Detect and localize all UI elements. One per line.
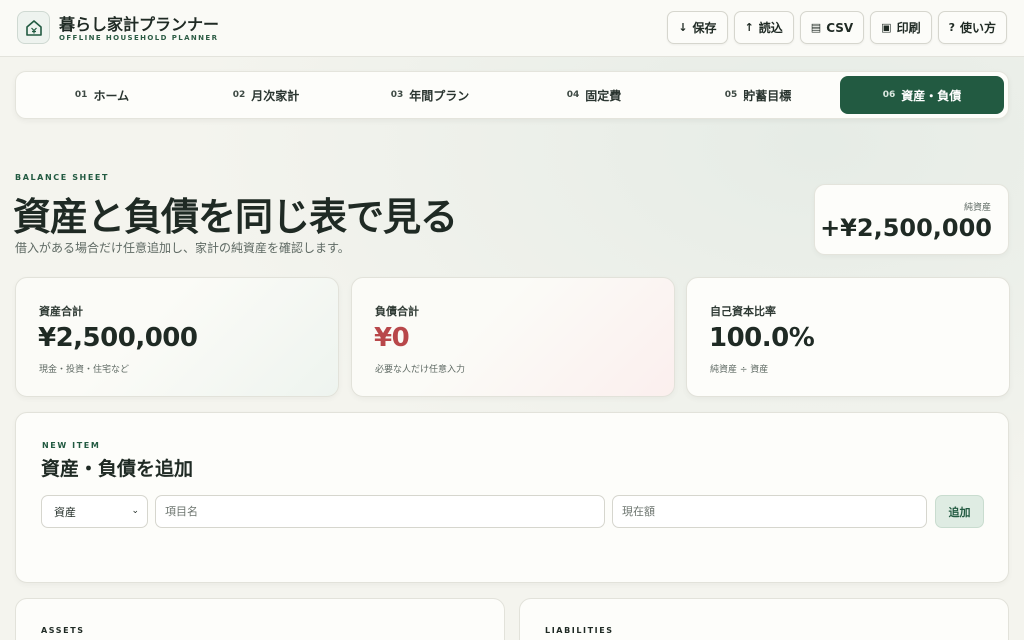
tab-savings-goals[interactable]: 05 貯蓄目標 bbox=[676, 76, 840, 114]
save-button[interactable]: ↓ 保存 bbox=[667, 11, 728, 44]
load-button[interactable]: ↑ 読込 bbox=[733, 11, 794, 44]
stat-note: 現金・投資・住宅など bbox=[39, 365, 130, 375]
tab-assets-liabilities[interactable]: 06 資産・負債 bbox=[840, 76, 1004, 114]
csv-button[interactable]: ▤ CSV bbox=[799, 11, 865, 44]
csv-label: CSV bbox=[826, 20, 854, 35]
tab-label: ホーム bbox=[93, 88, 130, 103]
tab-label: 貯蓄目標 bbox=[743, 88, 792, 103]
page-title: 資産と負債を同じ表で見る bbox=[13, 195, 458, 239]
section-kicker: BALANCE SHEET bbox=[15, 173, 110, 182]
total-assets-card: 資産合計 ¥2,500,000 現金・投資・住宅など bbox=[15, 277, 339, 397]
net-worth-card: 純資産 +¥2,500,000 bbox=[814, 184, 1009, 255]
tab-number: 01 bbox=[74, 90, 88, 100]
liabilities-kicker: LIABILITIES bbox=[545, 626, 614, 635]
total-liabilities-card: 負債合計 ¥0 必要な人だけ任意入力 bbox=[351, 277, 675, 397]
house-yen-icon bbox=[17, 11, 50, 44]
stat-note: 純資産 ÷ 資産 bbox=[710, 365, 769, 375]
stat-value: 100.0% bbox=[709, 323, 815, 353]
help-label: 使い方 bbox=[959, 21, 996, 35]
tab-number: 04 bbox=[566, 90, 580, 100]
panel-kicker: NEW ITEM bbox=[42, 441, 101, 450]
download-arrow-icon: ↓ bbox=[678, 21, 688, 34]
stat-label: 自己資本比率 bbox=[710, 305, 776, 318]
printer-icon: ▣ bbox=[881, 21, 892, 34]
chevron-down-icon: ⌄ bbox=[131, 506, 139, 516]
tab-label: 年間プラン bbox=[409, 88, 470, 103]
item-type-value: 資産 bbox=[54, 505, 76, 519]
print-label: 印刷 bbox=[896, 21, 921, 35]
stat-label: 資産合計 bbox=[39, 305, 83, 318]
load-label: 読込 bbox=[758, 21, 783, 35]
panel-title: 資産・負債を追加 bbox=[41, 458, 194, 480]
tab-number: 02 bbox=[232, 90, 246, 100]
table-icon: ▤ bbox=[810, 21, 822, 34]
assets-kicker: ASSETS bbox=[41, 626, 85, 635]
tab-label: 月次家計 bbox=[251, 88, 300, 103]
tab-fixed-costs[interactable]: 04 固定費 bbox=[512, 76, 676, 114]
tab-label: 資産・負債 bbox=[901, 88, 962, 103]
add-item-panel: NEW ITEM 資産・負債を追加 資産 ⌄ 追加 bbox=[15, 412, 1009, 583]
print-button[interactable]: ▣ 印刷 bbox=[870, 11, 932, 44]
item-name-input[interactable] bbox=[155, 495, 605, 528]
question-icon: ? bbox=[948, 21, 955, 34]
tab-number: 03 bbox=[390, 90, 404, 100]
tab-label: 固定費 bbox=[585, 88, 622, 103]
assets-list-card: ASSETS bbox=[15, 598, 505, 640]
item-type-select[interactable]: 資産 ⌄ bbox=[41, 495, 148, 528]
stat-label: 負債合計 bbox=[375, 305, 419, 318]
stat-note: 必要な人だけ任意入力 bbox=[375, 365, 466, 375]
tab-home[interactable]: 01 ホーム bbox=[20, 76, 184, 114]
add-item-button[interactable]: 追加 bbox=[935, 495, 984, 528]
tab-number: 05 bbox=[724, 90, 738, 100]
tab-annual-plan[interactable]: 03 年間プラン bbox=[348, 76, 512, 114]
app-title: 暮らし家計プランナー bbox=[59, 15, 220, 34]
tab-number: 06 bbox=[882, 90, 896, 100]
tab-monthly-budget[interactable]: 02 月次家計 bbox=[184, 76, 348, 114]
top-bar: 暮らし家計プランナー OFFLINE HOUSEHOLD PLANNER ↓ 保… bbox=[0, 0, 1024, 57]
stat-value: ¥2,500,000 bbox=[38, 323, 198, 353]
help-button[interactable]: ? 使い方 bbox=[937, 11, 1007, 44]
item-amount-input[interactable] bbox=[612, 495, 927, 528]
stat-value: ¥0 bbox=[374, 323, 410, 353]
app-subtitle: OFFLINE HOUSEHOLD PLANNER bbox=[59, 34, 219, 42]
liabilities-list-card: LIABILITIES bbox=[519, 598, 1009, 640]
net-worth-label: 純資産 bbox=[963, 203, 991, 213]
tab-bar: 01 ホーム 02 月次家計 03 年間プラン 04 固定費 05 貯蓄目標 0… bbox=[15, 71, 1009, 119]
toolbar: ↓ 保存 ↑ 読込 ▤ CSV ▣ 印刷 ? 使い方 bbox=[667, 11, 1007, 44]
save-label: 保存 bbox=[692, 21, 717, 35]
equity-ratio-card: 自己資本比率 100.0% 純資産 ÷ 資産 bbox=[686, 277, 1010, 397]
page-description: 借入がある場合だけ任意追加し、家計の純資産を確認します。 bbox=[15, 241, 350, 255]
net-worth-value: +¥2,500,000 bbox=[820, 214, 992, 242]
upload-arrow-icon: ↑ bbox=[744, 21, 754, 34]
